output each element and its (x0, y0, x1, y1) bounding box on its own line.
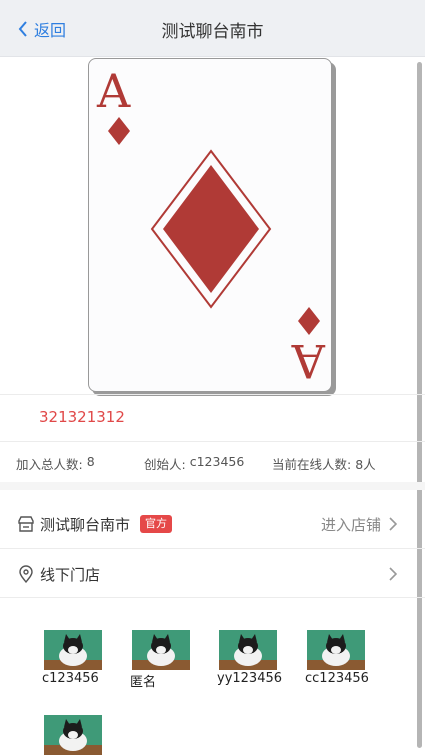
room-cover-card: A A (88, 58, 334, 394)
divider (0, 394, 425, 395)
chevron-right-icon (389, 517, 397, 531)
section-gap (0, 482, 425, 490)
store-row[interactable]: 测试聊台南市 官方 进入店铺 (0, 500, 425, 548)
stat-value: c123456 (189, 454, 245, 469)
member-name: 匿名 (130, 675, 157, 690)
enter-store-link[interactable]: 进入店铺 (321, 514, 381, 535)
ace-of-diamonds-image: A A (96, 64, 326, 388)
offline-store-label: 线下门店 (40, 566, 101, 584)
stat-label: 当前在线人数: (272, 457, 352, 472)
divider (0, 441, 425, 442)
scrollbar[interactable] (417, 62, 422, 748)
card-rank-top: A (96, 64, 131, 118)
avatar (44, 630, 102, 670)
stat-value: 8人 (355, 457, 376, 472)
store-icon (18, 516, 34, 532)
stat-label: 创始人: (144, 457, 186, 472)
offline-store-row[interactable]: 线下门店 (0, 550, 425, 598)
stat-label: 加入总人数: (16, 457, 83, 472)
nav-bar: 返回 测试聊台南市 (0, 0, 425, 57)
chevron-right-icon (389, 567, 397, 581)
location-pin-icon (19, 565, 33, 583)
official-badge: 官方 (140, 515, 172, 533)
room-id: 321321312 (39, 408, 125, 426)
avatar (219, 630, 277, 670)
store-name: 测试聊台南市 (40, 516, 131, 534)
stat-total-members: 加入总人数: 8 (16, 454, 144, 473)
stat-creator: 创始人: c123456 (144, 454, 272, 473)
card-rank-bottom: A (291, 334, 326, 388)
avatar (307, 630, 365, 670)
avatar (44, 715, 102, 755)
divider (0, 597, 425, 598)
playing-card: A A (88, 58, 332, 392)
member-name: cc123456 (305, 671, 369, 686)
avatar (132, 630, 190, 670)
divider (0, 548, 425, 549)
stat-online: 当前在线人数: 8人 (272, 454, 376, 473)
page-title: 测试聊台南市 (161, 22, 264, 42)
member-name: yy123456 (217, 671, 283, 686)
member-name: c123456 (42, 671, 99, 686)
room-stats: 加入总人数: 8 创始人: c123456 当前在线人数: 8人 (16, 454, 376, 473)
stat-value: 8 (86, 454, 95, 469)
